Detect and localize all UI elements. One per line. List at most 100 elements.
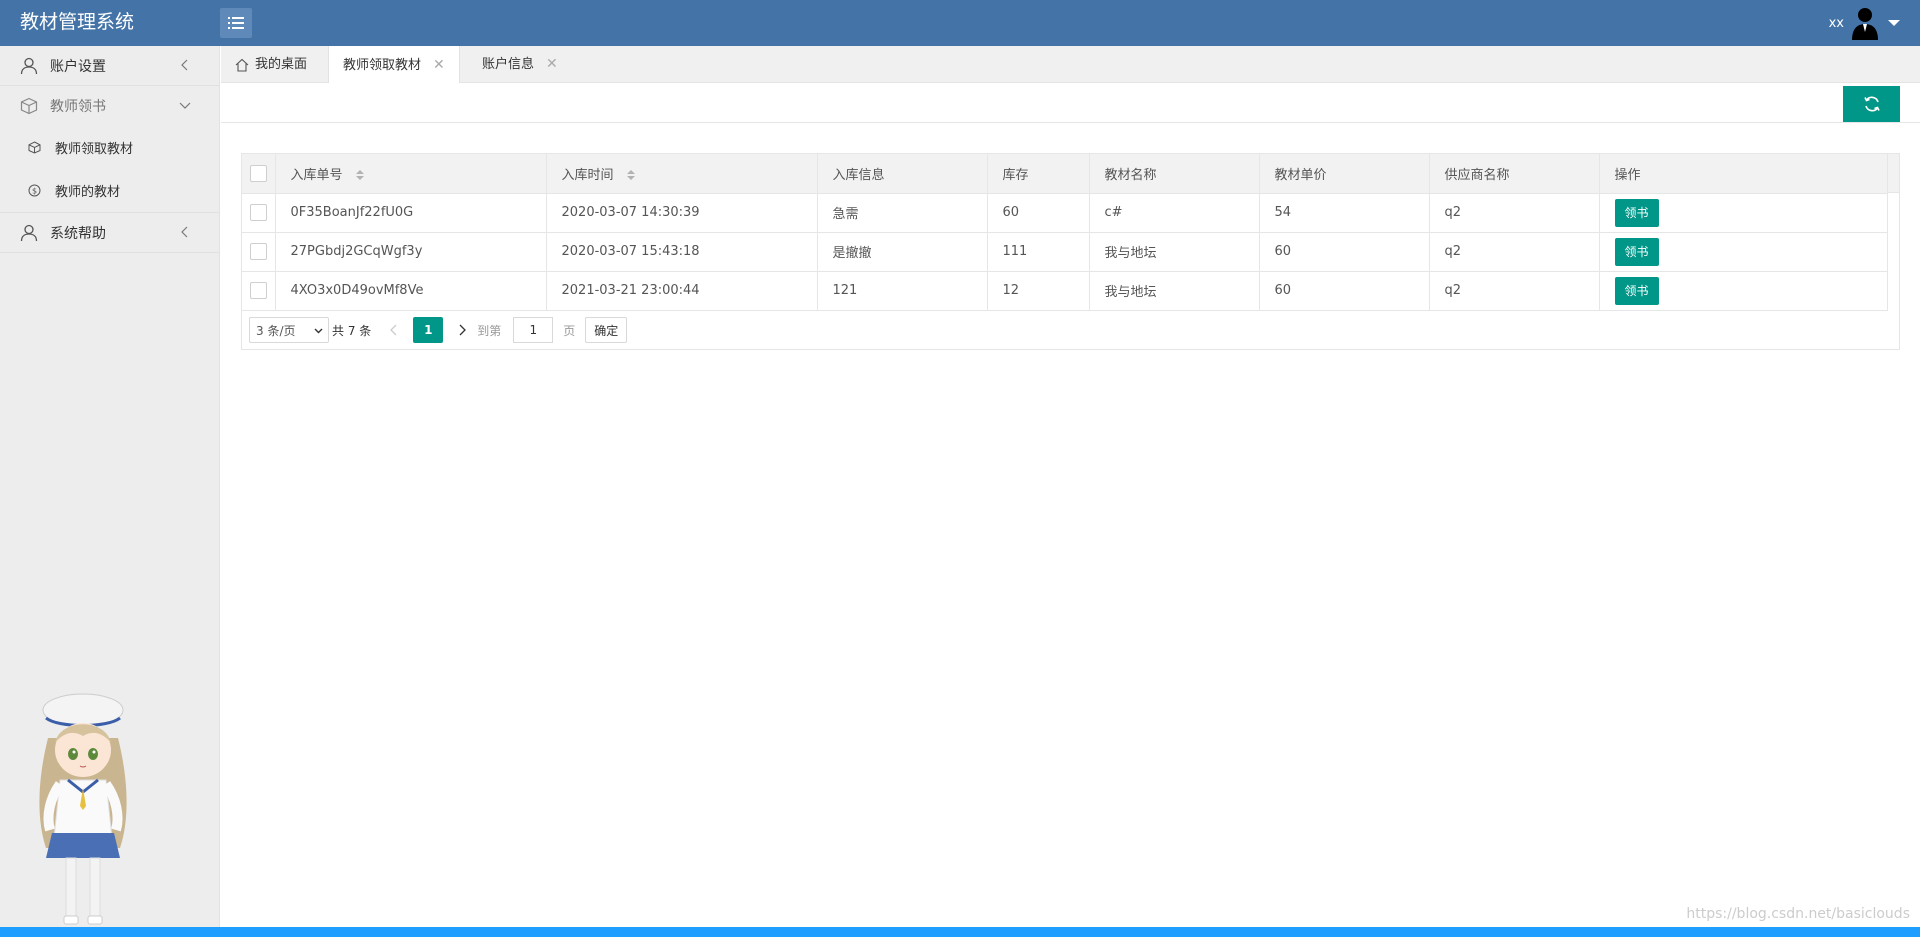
next-page-icon[interactable]	[455, 323, 469, 337]
user-menu[interactable]: xx	[1829, 0, 1900, 46]
column-header-stock: 库存	[987, 154, 1090, 194]
bottom-bar	[0, 927, 1920, 937]
column-header-entry-time[interactable]: 入库时间	[546, 154, 818, 194]
column-header-label: 入库单号	[290, 167, 343, 183]
sidebar-item-label: 系统帮助	[50, 225, 106, 242]
row-checkbox-cell	[242, 271, 276, 311]
sidebar-group-teacher-books: 教师领书 教师领取教材 $ 教师的教材	[0, 86, 219, 213]
watermark-text: https://blog.csdn.net/basiclouds	[1686, 906, 1910, 922]
toolbar	[221, 83, 1920, 123]
sort-icon[interactable]	[626, 169, 636, 181]
sidebar-subitem-receive-books[interactable]: 教师领取教材	[0, 126, 219, 169]
select-all-checkbox[interactable]	[249, 164, 267, 182]
table-row: 4XO3x0D49ovMf8Ve 2021-03-21 23:00:44 121…	[242, 271, 1888, 311]
pagination: 3 条/页 共 7 条 1 到第 1 页 确定	[242, 310, 1899, 350]
tab-label: 我的桌面	[255, 57, 308, 72]
cell-actions: 领书	[1599, 193, 1888, 233]
cell-book-name: c#	[1089, 193, 1260, 233]
user-icon	[20, 57, 38, 74]
table-row: 0F35BoanJf22fU0G 2020-03-07 14:30:39 急需 …	[242, 193, 1888, 233]
column-header-entry-info: 入库信息	[817, 154, 988, 194]
column-header-entry-id[interactable]: 入库单号	[275, 154, 547, 194]
cell-actions: 领书	[1599, 271, 1888, 311]
cell-entry-id: 0F35BoanJf22fU0G	[275, 193, 547, 233]
receive-book-button[interactable]: 领书	[1614, 237, 1659, 266]
cell-entry-time: 2021-03-21 23:00:44	[546, 271, 818, 311]
sort-icon[interactable]	[355, 169, 365, 181]
sidebar-subitem-my-books[interactable]: $ 教师的教材	[0, 169, 219, 212]
column-header-supplier: 供应商名称	[1429, 154, 1600, 194]
page-number-current[interactable]: 1	[413, 317, 444, 343]
avatar-icon	[1852, 8, 1878, 40]
cell-entry-time: 2020-03-07 14:30:39	[546, 193, 818, 233]
chevron-down-icon	[179, 102, 191, 109]
tab-receive-books[interactable]: 教师领取教材 ✕	[328, 46, 460, 84]
row-checkbox[interactable]	[249, 282, 267, 299]
cell-book-name: 我与地坛	[1089, 271, 1260, 311]
cell-book-name: 我与地坛	[1089, 232, 1260, 272]
row-checkbox-cell	[242, 193, 276, 233]
total-count: 共 7 条	[332, 323, 372, 338]
mascot-girl-illustration	[39, 693, 127, 925]
goto-label: 到第	[477, 323, 502, 338]
row-checkbox[interactable]	[249, 243, 267, 260]
row-checkbox[interactable]	[249, 204, 267, 221]
cell-entry-info: 121	[817, 271, 988, 311]
page-unit-label: 页	[563, 323, 576, 338]
box-icon	[20, 97, 38, 115]
top-header: 教材管理系统 xx	[0, 0, 1920, 46]
cell-entry-id: 4XO3x0D49ovMf8Ve	[275, 271, 547, 311]
chevron-left-icon	[181, 59, 188, 71]
prev-page-icon[interactable]	[387, 323, 401, 337]
goto-confirm-button[interactable]: 确定	[585, 317, 628, 343]
cell-stock: 60	[987, 193, 1090, 233]
home-icon	[235, 58, 249, 72]
chevron-down-icon	[314, 328, 323, 334]
refresh-icon	[1863, 96, 1880, 112]
sidebar-item-teacher-books[interactable]: 教师领书	[0, 86, 219, 126]
menu-toggle-button[interactable]	[220, 8, 252, 38]
page-size-value: 3 条/页	[256, 323, 296, 338]
cell-supplier: q2	[1429, 193, 1600, 233]
cell-book-price: 60	[1259, 232, 1430, 272]
cell-actions: 领书	[1599, 232, 1888, 272]
cell-entry-time: 2020-03-07 15:43:18	[546, 232, 818, 272]
tab-bar: 我的桌面 教师领取教材 ✕ 账户信息 ✕	[221, 46, 1920, 84]
goto-page-input[interactable]: 1	[513, 317, 554, 343]
list-icon	[228, 17, 244, 29]
cell-entry-id: 27PGbdj2GCqWgf3y	[275, 232, 547, 272]
cell-supplier: q2	[1429, 232, 1600, 272]
tab-my-desktop[interactable]: 我的桌面	[221, 46, 321, 83]
cell-stock: 12	[987, 271, 1090, 311]
column-header-actions: 操作	[1599, 154, 1888, 194]
cell-book-price: 60	[1259, 271, 1430, 311]
cell-book-price: 54	[1259, 193, 1430, 233]
user-icon	[20, 224, 38, 241]
svg-text:$: $	[32, 187, 37, 196]
column-header-book-name: 教材名称	[1089, 154, 1260, 194]
table-row: 27PGbdj2GCqWgf3y 2020-03-07 15:43:18 是撤撤…	[242, 232, 1888, 272]
close-icon[interactable]: ✕	[546, 46, 558, 83]
refresh-button[interactable]	[1843, 86, 1900, 122]
receive-book-button[interactable]: 领书	[1614, 198, 1659, 227]
table-scroll-gutter	[1887, 154, 1899, 310]
sidebar-item-system-help[interactable]: 系统帮助	[0, 213, 219, 253]
column-header-book-price: 教材单价	[1259, 154, 1430, 194]
tab-account-info[interactable]: 账户信息 ✕	[468, 46, 572, 83]
sidebar-subitem-label: 教师领取教材	[55, 142, 134, 157]
dollar-circle-icon: $	[28, 184, 41, 197]
close-icon[interactable]: ✕	[433, 47, 445, 84]
cube-icon	[28, 141, 41, 154]
chevron-left-icon	[181, 226, 188, 238]
receive-book-button[interactable]: 领书	[1614, 276, 1659, 305]
sidebar-item-label: 教师领书	[50, 99, 106, 115]
sidebar-subitem-label: 教师的教材	[55, 185, 121, 200]
header-checkbox-cell	[242, 154, 276, 194]
sidebar-item-account-settings[interactable]: 账户设置	[0, 46, 219, 86]
cell-entry-info: 是撤撤	[817, 232, 988, 272]
caret-down-icon	[1888, 20, 1900, 26]
table-header-row: 入库单号 入库时间 入库信息 库存 教材名称 教材单价 供应商名称 操作	[242, 154, 1888, 194]
sidebar-item-label: 账户设置	[50, 58, 106, 75]
page-size-select[interactable]: 3 条/页	[249, 317, 329, 343]
app-title: 教材管理系统	[20, 11, 135, 33]
